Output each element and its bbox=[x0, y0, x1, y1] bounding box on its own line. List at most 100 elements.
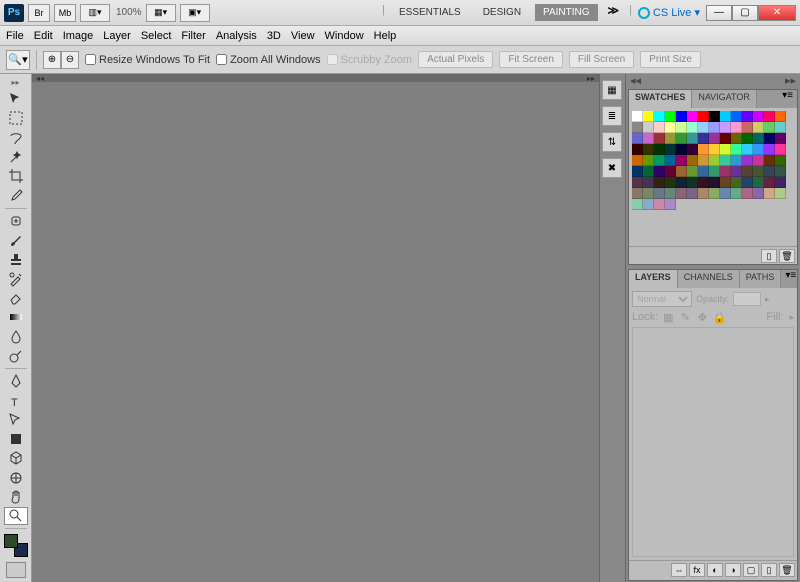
color-picker[interactable] bbox=[4, 534, 28, 557]
swatch[interactable] bbox=[720, 111, 731, 122]
swatch[interactable] bbox=[775, 111, 786, 122]
swatch[interactable] bbox=[764, 122, 775, 133]
canvas-area[interactable]: ◂◂▸▸ bbox=[32, 74, 600, 582]
zoom-tool[interactable] bbox=[4, 507, 28, 525]
swatch[interactable] bbox=[632, 155, 643, 166]
swatch[interactable] bbox=[643, 144, 654, 155]
menu-view[interactable]: View bbox=[291, 30, 315, 42]
fit-screen-button[interactable]: Fit Screen bbox=[499, 51, 563, 68]
layers-list[interactable] bbox=[632, 327, 794, 557]
delete-swatch-button[interactable]: 🗑 bbox=[779, 249, 795, 263]
delete-layer-button[interactable]: 🗑 bbox=[779, 563, 795, 577]
view-extras-dropdown[interactable]: ▥▾ bbox=[80, 4, 110, 22]
lock-transparency-icon[interactable]: ▦ bbox=[661, 310, 675, 324]
screen-mode-dropdown[interactable]: ▣▾ bbox=[180, 4, 210, 22]
gradient-tool[interactable] bbox=[4, 308, 28, 326]
swatch[interactable] bbox=[632, 122, 643, 133]
swatch[interactable] bbox=[643, 133, 654, 144]
swatch[interactable] bbox=[654, 144, 665, 155]
minimize-button[interactable]: — bbox=[706, 5, 732, 21]
swatch[interactable] bbox=[731, 155, 742, 166]
swatch[interactable] bbox=[665, 188, 676, 199]
swatch[interactable] bbox=[764, 133, 775, 144]
dock-brush-icon[interactable]: ≣ bbox=[602, 106, 622, 126]
swatch[interactable] bbox=[709, 166, 720, 177]
swatch[interactable] bbox=[775, 188, 786, 199]
swatch[interactable] bbox=[687, 166, 698, 177]
swatch[interactable] bbox=[654, 199, 665, 210]
swatch[interactable] bbox=[654, 111, 665, 122]
eyedropper-tool[interactable] bbox=[4, 186, 28, 204]
swatch[interactable] bbox=[720, 155, 731, 166]
swatch[interactable] bbox=[698, 122, 709, 133]
workspace-expand[interactable]: ≫ bbox=[604, 4, 624, 21]
swatch[interactable] bbox=[731, 111, 742, 122]
swatch[interactable] bbox=[731, 166, 742, 177]
swatch[interactable] bbox=[709, 177, 720, 188]
swatch[interactable] bbox=[632, 133, 643, 144]
swatch[interactable] bbox=[643, 199, 654, 210]
swatch[interactable] bbox=[720, 133, 731, 144]
healing-tool[interactable] bbox=[4, 212, 28, 230]
menu-window[interactable]: Window bbox=[325, 30, 364, 42]
maximize-button[interactable]: ▢ bbox=[732, 5, 758, 21]
swatch[interactable] bbox=[753, 166, 764, 177]
lock-all-icon[interactable]: 🔒 bbox=[712, 310, 726, 324]
swatch[interactable] bbox=[731, 122, 742, 133]
toolbar-collapse-icon[interactable]: ▸▸ bbox=[11, 78, 19, 87]
swatch[interactable] bbox=[676, 111, 687, 122]
swatch[interactable] bbox=[698, 177, 709, 188]
menu-3d[interactable]: 3D bbox=[267, 30, 281, 42]
menu-image[interactable]: Image bbox=[63, 30, 94, 42]
zoom-in-icon[interactable]: ⊕ bbox=[43, 51, 61, 69]
swatch[interactable] bbox=[709, 122, 720, 133]
resize-windows-checkbox[interactable]: Resize Windows To Fit bbox=[85, 54, 210, 66]
swatch[interactable] bbox=[665, 166, 676, 177]
opacity-field[interactable] bbox=[733, 292, 761, 306]
move-tool[interactable] bbox=[4, 90, 28, 108]
lock-position-icon[interactable]: ✥ bbox=[695, 310, 709, 324]
workspace-design[interactable]: DESIGN bbox=[475, 4, 529, 21]
tab-swatches[interactable]: SWATCHES bbox=[629, 90, 692, 108]
swatch[interactable] bbox=[764, 155, 775, 166]
swatch[interactable] bbox=[709, 111, 720, 122]
swatch[interactable] bbox=[753, 144, 764, 155]
swatch[interactable] bbox=[665, 144, 676, 155]
swatch[interactable] bbox=[731, 177, 742, 188]
swatch[interactable] bbox=[654, 155, 665, 166]
menu-select[interactable]: Select bbox=[141, 30, 172, 42]
swatch[interactable] bbox=[742, 166, 753, 177]
minibridge-button[interactable]: Mb bbox=[54, 4, 76, 22]
tab-navigator[interactable]: NAVIGATOR bbox=[692, 90, 757, 108]
swatch[interactable] bbox=[665, 122, 676, 133]
3d-camera-tool[interactable] bbox=[4, 469, 28, 487]
arrange-dropdown[interactable]: ▦▾ bbox=[146, 4, 176, 22]
swatch[interactable] bbox=[687, 111, 698, 122]
swatch[interactable] bbox=[775, 155, 786, 166]
swatch[interactable] bbox=[632, 144, 643, 155]
swatch[interactable] bbox=[632, 177, 643, 188]
swatch[interactable] bbox=[643, 177, 654, 188]
swatch[interactable] bbox=[698, 111, 709, 122]
marquee-tool[interactable] bbox=[4, 109, 28, 127]
menu-layer[interactable]: Layer bbox=[103, 30, 131, 42]
swatch[interactable] bbox=[643, 111, 654, 122]
swatch[interactable] bbox=[676, 188, 687, 199]
swatch[interactable] bbox=[676, 166, 687, 177]
swatch[interactable] bbox=[742, 122, 753, 133]
close-button[interactable]: ✕ bbox=[758, 5, 796, 21]
swatch[interactable] bbox=[665, 155, 676, 166]
swatch[interactable] bbox=[654, 177, 665, 188]
tool-preset-picker[interactable]: 🔍▾ bbox=[6, 50, 30, 70]
swatch[interactable] bbox=[632, 188, 643, 199]
swatch[interactable] bbox=[632, 199, 643, 210]
brush-tool[interactable] bbox=[4, 231, 28, 249]
swatch[interactable] bbox=[676, 144, 687, 155]
layers-menu-icon[interactable]: ▾≡ bbox=[781, 270, 800, 288]
swatch[interactable] bbox=[742, 188, 753, 199]
print-size-button[interactable]: Print Size bbox=[640, 51, 701, 68]
hand-tool[interactable] bbox=[4, 488, 28, 506]
panel-menu-icon[interactable]: ▾≡ bbox=[778, 90, 797, 108]
swatch[interactable] bbox=[687, 177, 698, 188]
swatch[interactable] bbox=[764, 144, 775, 155]
